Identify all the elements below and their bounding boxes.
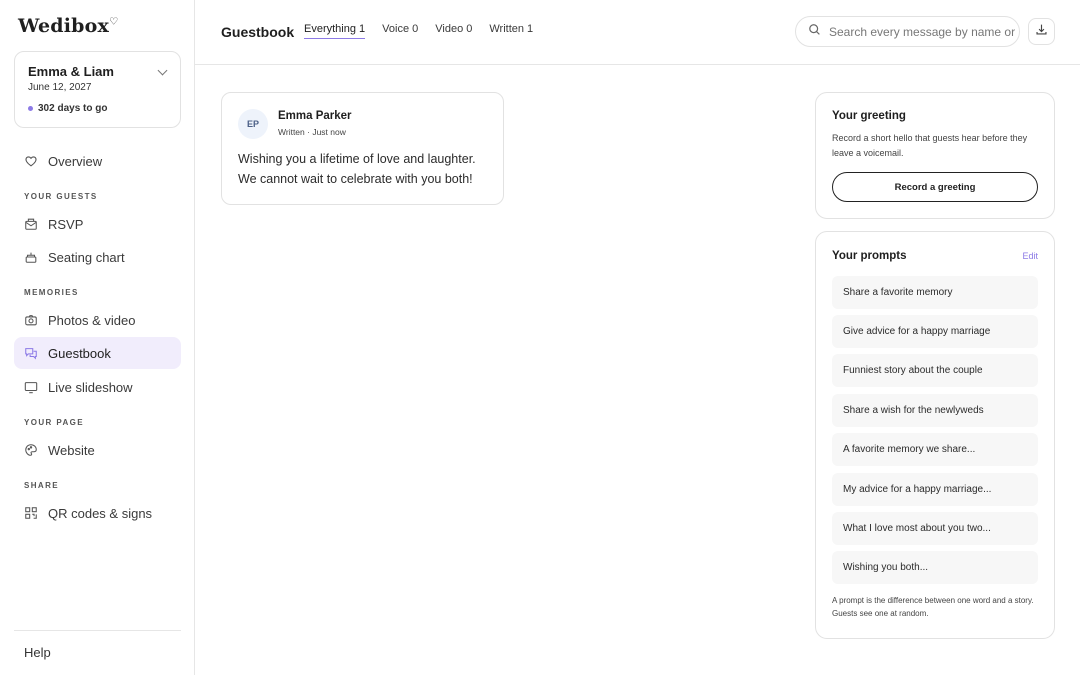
qr-code-icon xyxy=(24,506,38,520)
sidebar-item-label: RSVP xyxy=(48,216,84,232)
camera-icon xyxy=(24,313,38,327)
message-text: Wishing you a lifetime of love and laugh… xyxy=(238,152,476,186)
search-input[interactable] xyxy=(829,24,1019,39)
prompt-item[interactable]: Share a wish for the newlyweds xyxy=(832,394,1038,427)
prompts-title: Your prompts xyxy=(832,250,907,262)
tab-everything[interactable]: Everything 1 xyxy=(304,23,366,39)
filter-tabs: Everything 1 Voice 0 Video 0 Written 1 xyxy=(304,23,533,39)
sidebar-item-label: QR codes & signs xyxy=(48,505,153,521)
event-name: Emma & Liam xyxy=(28,64,114,79)
heart-icon xyxy=(24,154,38,168)
sidebar-item-rsvp[interactable]: RSVP xyxy=(14,208,181,240)
edit-prompts-link[interactable]: Edit xyxy=(1022,251,1038,261)
prompt-item[interactable]: Share a favorite memory xyxy=(832,276,1038,309)
event-date: June 12, 2027 xyxy=(28,82,92,93)
sidebar-item-seating-chart[interactable]: Seating chart xyxy=(14,241,181,273)
sidebar-item-photos-video[interactable]: Photos & video xyxy=(14,304,181,336)
help-link[interactable]: Help xyxy=(24,645,51,660)
sidebar-item-label: Guestbook xyxy=(48,345,111,361)
sidebar: Wedibox♡ Emma & Liam June 12, 2027 302 d… xyxy=(0,0,195,675)
sidebar-item-label: Overview xyxy=(48,153,103,169)
sidebar-divider xyxy=(14,630,181,631)
wedibox-logo[interactable]: Wedibox♡ xyxy=(18,15,118,37)
section-label-memories: MEMORIES xyxy=(24,288,79,297)
chat-bubbles-icon xyxy=(24,346,38,360)
tab-voice[interactable]: Voice 0 xyxy=(382,23,418,39)
tab-video[interactable]: Video 0 xyxy=(435,23,472,39)
search-icon xyxy=(808,23,821,41)
search-box xyxy=(795,16,1020,47)
heart-icon: ♡ xyxy=(109,16,119,28)
chevron-down-icon[interactable] xyxy=(157,65,168,76)
prompt-item[interactable]: What I love most about you two... xyxy=(832,512,1038,545)
prompts-note: A prompt is the difference between one w… xyxy=(832,596,1034,618)
prompt-item[interactable]: A favorite memory we share... xyxy=(832,433,1038,466)
sidebar-item-label: Seating chart xyxy=(48,249,125,265)
monitor-icon xyxy=(24,380,38,394)
prompts-panel: Your prompts Edit Share a favorite memor… xyxy=(815,231,1055,639)
greeting-title: Your greeting xyxy=(832,110,906,122)
prompt-item[interactable]: Funniest story about the couple xyxy=(832,354,1038,387)
event-selector[interactable]: Emma & Liam June 12, 2027 302 days to go xyxy=(14,51,181,128)
message-author: Emma Parker xyxy=(278,110,352,122)
sidebar-item-overview[interactable]: Overview xyxy=(14,145,181,177)
tab-written[interactable]: Written 1 xyxy=(489,23,533,39)
cake-icon xyxy=(24,250,38,264)
message-card[interactable]: EP Emma Parker Written · Just now Wishin… xyxy=(221,92,504,205)
prompt-item[interactable]: Give advice for a happy marriage xyxy=(832,315,1038,348)
prompt-item[interactable]: My advice for a happy marriage... xyxy=(832,473,1038,506)
sidebar-item-live-slideshow[interactable]: Live slideshow xyxy=(14,371,181,403)
greeting-panel: Your greeting Record a short hello that … xyxy=(815,92,1055,219)
download-button[interactable] xyxy=(1028,18,1055,45)
sidebar-item-label: Photos & video xyxy=(48,312,136,328)
sidebar-item-qr-codes[interactable]: QR codes & signs xyxy=(14,497,181,529)
greeting-description: Record a short hello that guests hear be… xyxy=(832,133,1028,158)
message-meta: Written · Just now xyxy=(278,127,346,137)
envelope-icon xyxy=(24,217,38,231)
section-label-share: SHARE xyxy=(24,481,60,490)
countdown-label: 302 days to go xyxy=(38,103,108,114)
record-greeting-button[interactable]: Record a greeting xyxy=(832,172,1038,202)
top-bar: Guestbook Everything 1 Voice 0 Video 0 W… xyxy=(195,0,1080,65)
download-icon xyxy=(1035,23,1048,41)
page-title: Guestbook xyxy=(221,24,295,40)
prompt-item[interactable]: Wishing you both... xyxy=(832,551,1038,584)
sidebar-item-guestbook[interactable]: Guestbook xyxy=(14,337,181,369)
event-countdown: 302 days to go xyxy=(28,103,107,114)
sidebar-item-website[interactable]: Website xyxy=(14,434,181,466)
avatar: EP xyxy=(238,109,268,139)
status-dot-icon xyxy=(28,106,33,111)
sidebar-item-label: Website xyxy=(48,442,95,458)
palette-icon xyxy=(24,443,38,457)
section-label-guests: YOUR GUESTS xyxy=(24,192,98,201)
section-label-page: YOUR PAGE xyxy=(24,418,85,427)
sidebar-item-label: Live slideshow xyxy=(48,379,133,395)
